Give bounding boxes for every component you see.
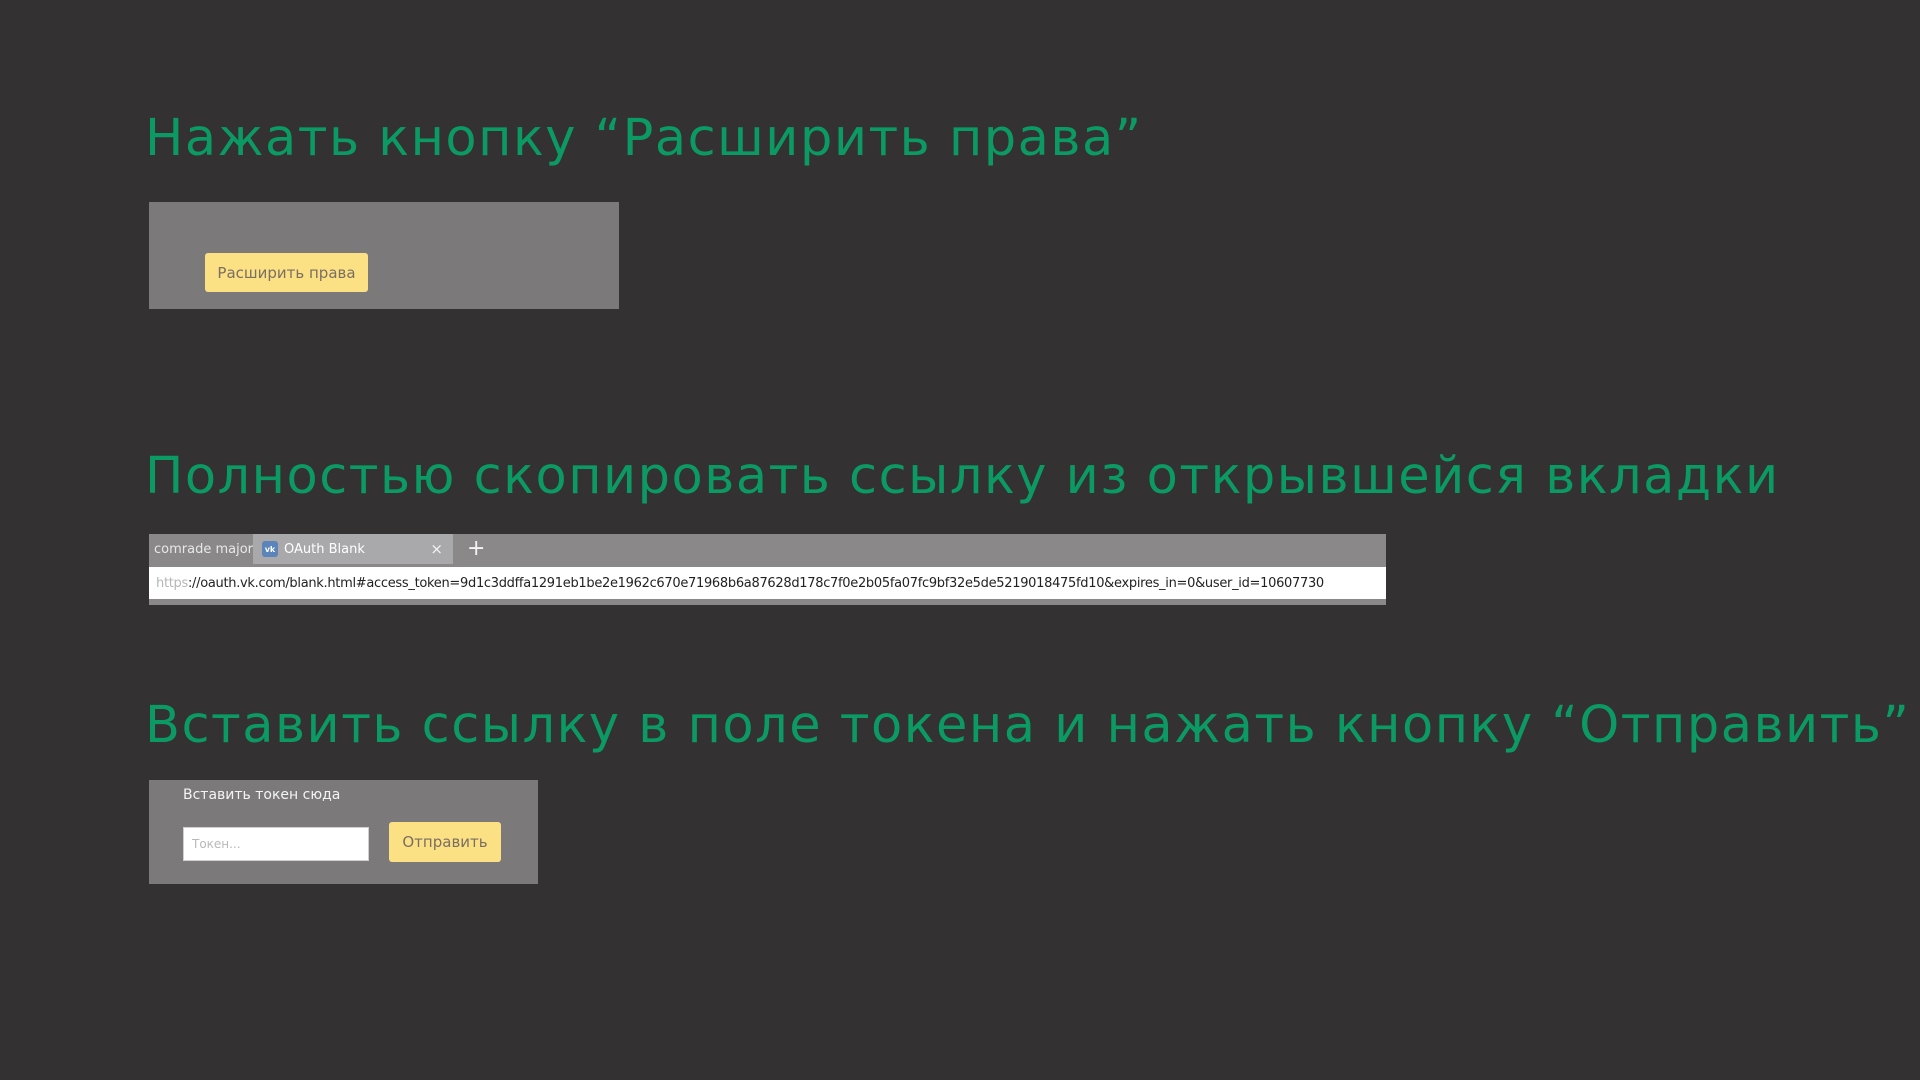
vk-icon: vk [262, 541, 278, 557]
token-input[interactable] [183, 827, 369, 861]
tab-label: comrade major [154, 541, 253, 557]
url-text: ://oauth.vk.com/blank.html#access_token=… [187, 575, 1324, 591]
tab-label: OAuth Blank [284, 541, 365, 557]
send-button[interactable]: Отправить [389, 822, 501, 862]
tab-comrade-major[interactable]: comrade major [149, 534, 253, 564]
instruction-slide: Нажать кнопку “Расширить права” Расширит… [0, 0, 1920, 1080]
step1-heading: Нажать кнопку “Расширить права” [145, 109, 1143, 168]
step2-heading: Полностью скопировать ссылку из открывше… [145, 447, 1780, 506]
expand-rights-panel: Расширить права [149, 202, 619, 309]
new-tab-icon[interactable]: + [467, 536, 485, 562]
expand-rights-button[interactable]: Расширить права [205, 253, 368, 292]
step3-heading: Вставить ссылку в поле токена и нажать к… [145, 696, 1911, 755]
close-icon[interactable]: × [430, 540, 443, 558]
address-bar[interactable]: https://oauth.vk.com/blank.html#access_t… [149, 567, 1386, 599]
url-scheme: https [156, 575, 188, 591]
token-panel: Вставить токен сюда Отправить [149, 780, 538, 884]
browser-window: comrade major vk OAuth Blank × + https:/… [149, 534, 1386, 605]
token-field-label: Вставить токен сюда [183, 787, 341, 803]
tab-oauth-blank[interactable]: vk OAuth Blank × [253, 534, 453, 564]
tab-bar: comrade major vk OAuth Blank × + [149, 534, 1386, 564]
